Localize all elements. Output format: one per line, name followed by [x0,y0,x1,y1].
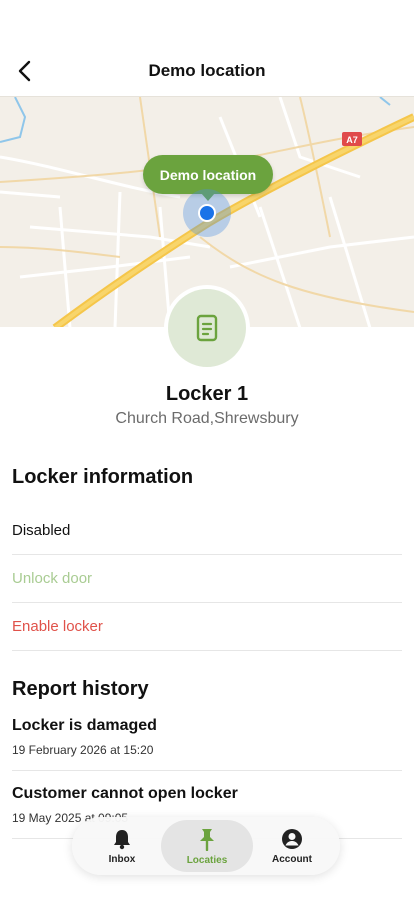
road-badge: A7 [346,135,358,145]
locker-address: Church Road,Shrewsbury [115,410,299,427]
locker-status: Disabled [12,522,71,539]
unlock-door-button[interactable]: Unlock door [12,555,402,603]
report-history-title: Report history [12,678,149,700]
tab-locaties[interactable]: Locaties [161,820,253,872]
locker-name: Locker 1 [165,383,249,405]
bell-icon [114,829,130,849]
locker-information-title: Locker information [12,466,194,488]
tab-locaties-label: Locaties [186,854,228,866]
locker-avatar [164,285,250,371]
bottom-tab-bar: Inbox Locaties Account [72,817,340,875]
header: Demo location [0,0,414,96]
pin-icon [200,828,214,851]
unlock-door-label: Unlock door [12,570,93,587]
user-icon [282,828,302,849]
tab-inbox[interactable]: Inbox [74,820,170,872]
location-pin[interactable] [198,204,216,222]
report-title: Customer cannot open locker [12,785,238,802]
enable-locker-button[interactable]: Enable locker [12,603,402,651]
report-date: 19 February 2026 at 15:20 [12,743,154,757]
tab-account-label: Account [272,853,312,865]
report-title: Locker is damaged [12,717,157,734]
tab-inbox-label: Inbox [108,853,136,865]
tab-account[interactable]: Account [246,820,338,872]
page-title: Demo location [148,61,266,80]
enable-locker-label: Enable locker [12,618,103,635]
report-item[interactable]: Locker is damaged 19 February 2026 at 15… [12,717,402,771]
locker-icon [196,314,218,342]
locker-status-row: Disabled [12,507,402,555]
